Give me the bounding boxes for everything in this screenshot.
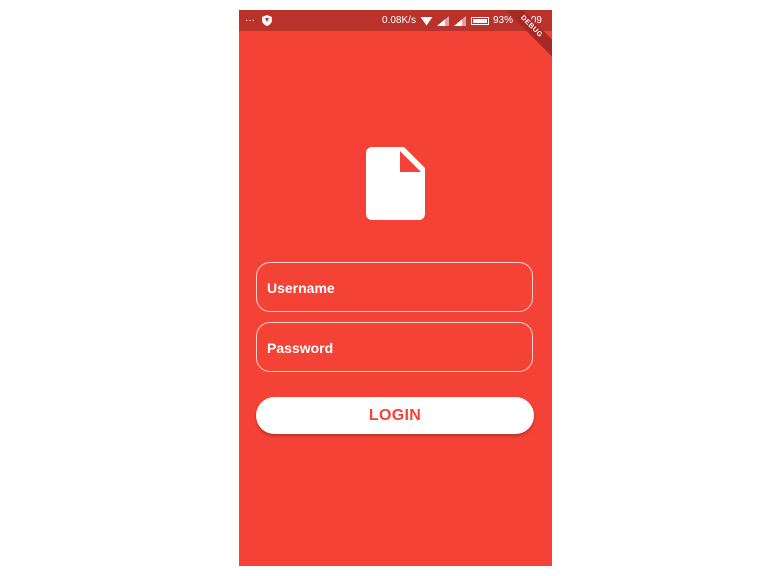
- status-bar: ··· 0.08K/s 93% 07:09: [239, 10, 552, 31]
- notification-dots: ···: [245, 15, 255, 26]
- username-field[interactable]: Username: [256, 262, 533, 312]
- battery-icon: [470, 16, 489, 25]
- status-left-group: ···: [245, 10, 272, 31]
- password-field[interactable]: Password: [256, 322, 533, 372]
- username-label: Username: [267, 280, 335, 296]
- login-button[interactable]: LOGIN: [256, 397, 534, 434]
- password-label: Password: [267, 340, 334, 356]
- cell-signal-icon-2: [453, 15, 466, 26]
- shield-icon: [262, 15, 272, 26]
- phone-screen: ··· 0.08K/s 93% 07:09 DEBUG: [239, 10, 552, 566]
- network-speed: 0.08K/s: [382, 15, 416, 26]
- wifi-icon: [420, 16, 433, 25]
- cell-signal-icon: [436, 15, 449, 26]
- document-icon: [366, 147, 425, 220]
